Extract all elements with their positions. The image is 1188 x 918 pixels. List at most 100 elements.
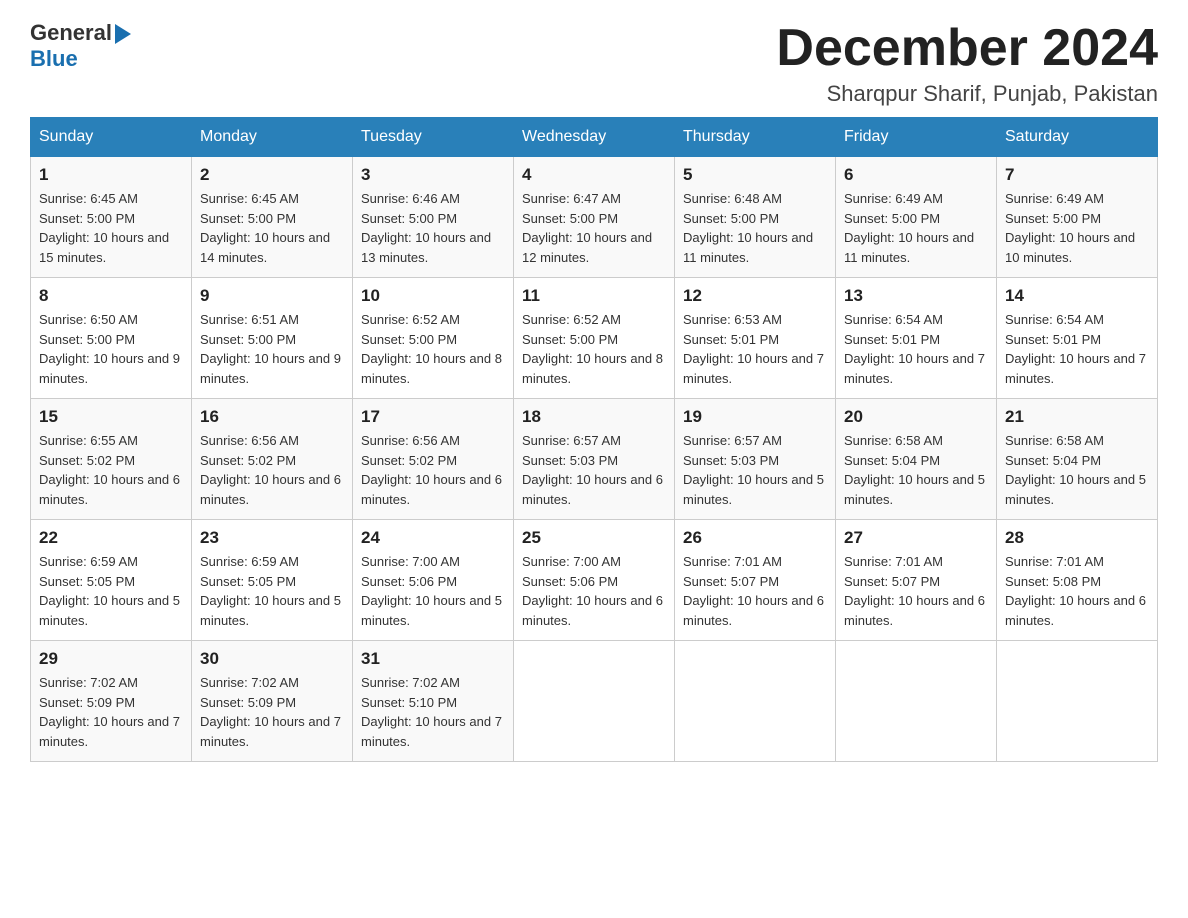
day-info: Sunrise: 6:54 AMSunset: 5:01 PMDaylight:…	[1005, 312, 1146, 386]
day-info: Sunrise: 6:46 AMSunset: 5:00 PMDaylight:…	[361, 191, 491, 265]
header-day-friday: Friday	[836, 118, 997, 157]
calendar-week-row: 1 Sunrise: 6:45 AMSunset: 5:00 PMDayligh…	[31, 157, 1158, 278]
day-info: Sunrise: 6:52 AMSunset: 5:00 PMDaylight:…	[361, 312, 502, 386]
calendar-week-row: 8 Sunrise: 6:50 AMSunset: 5:00 PMDayligh…	[31, 278, 1158, 399]
day-number: 7	[1005, 165, 1149, 185]
day-number: 1	[39, 165, 183, 185]
day-info: Sunrise: 6:55 AMSunset: 5:02 PMDaylight:…	[39, 433, 180, 507]
day-number: 21	[1005, 407, 1149, 427]
day-number: 12	[683, 286, 827, 306]
calendar-cell: 27 Sunrise: 7:01 AMSunset: 5:07 PMDaylig…	[836, 520, 997, 641]
calendar-body: 1 Sunrise: 6:45 AMSunset: 5:00 PMDayligh…	[31, 157, 1158, 762]
calendar-cell: 18 Sunrise: 6:57 AMSunset: 5:03 PMDaylig…	[514, 399, 675, 520]
day-info: Sunrise: 7:01 AMSunset: 5:08 PMDaylight:…	[1005, 554, 1146, 628]
day-info: Sunrise: 6:56 AMSunset: 5:02 PMDaylight:…	[361, 433, 502, 507]
calendar-cell: 17 Sunrise: 6:56 AMSunset: 5:02 PMDaylig…	[353, 399, 514, 520]
calendar-cell: 12 Sunrise: 6:53 AMSunset: 5:01 PMDaylig…	[675, 278, 836, 399]
calendar-cell: 25 Sunrise: 7:00 AMSunset: 5:06 PMDaylig…	[514, 520, 675, 641]
day-number: 14	[1005, 286, 1149, 306]
day-number: 22	[39, 528, 183, 548]
day-number: 15	[39, 407, 183, 427]
day-number: 16	[200, 407, 344, 427]
day-info: Sunrise: 6:59 AMSunset: 5:05 PMDaylight:…	[39, 554, 180, 628]
day-info: Sunrise: 6:47 AMSunset: 5:00 PMDaylight:…	[522, 191, 652, 265]
logo-blue-text: Blue	[30, 46, 78, 72]
day-info: Sunrise: 7:02 AMSunset: 5:09 PMDaylight:…	[39, 675, 180, 749]
header-day-sunday: Sunday	[31, 118, 192, 157]
calendar-cell: 21 Sunrise: 6:58 AMSunset: 5:04 PMDaylig…	[997, 399, 1158, 520]
calendar-cell: 28 Sunrise: 7:01 AMSunset: 5:08 PMDaylig…	[997, 520, 1158, 641]
calendar-cell: 31 Sunrise: 7:02 AMSunset: 5:10 PMDaylig…	[353, 641, 514, 762]
day-info: Sunrise: 7:02 AMSunset: 5:10 PMDaylight:…	[361, 675, 502, 749]
day-info: Sunrise: 6:49 AMSunset: 5:00 PMDaylight:…	[844, 191, 974, 265]
day-number: 27	[844, 528, 988, 548]
calendar-cell: 26 Sunrise: 7:01 AMSunset: 5:07 PMDaylig…	[675, 520, 836, 641]
header-day-monday: Monday	[192, 118, 353, 157]
calendar-cell: 6 Sunrise: 6:49 AMSunset: 5:00 PMDayligh…	[836, 157, 997, 278]
calendar-cell: 3 Sunrise: 6:46 AMSunset: 5:00 PMDayligh…	[353, 157, 514, 278]
calendar-week-row: 22 Sunrise: 6:59 AMSunset: 5:05 PMDaylig…	[31, 520, 1158, 641]
day-info: Sunrise: 7:02 AMSunset: 5:09 PMDaylight:…	[200, 675, 341, 749]
calendar-cell: 10 Sunrise: 6:52 AMSunset: 5:00 PMDaylig…	[353, 278, 514, 399]
calendar-cell: 2 Sunrise: 6:45 AMSunset: 5:00 PMDayligh…	[192, 157, 353, 278]
day-info: Sunrise: 6:48 AMSunset: 5:00 PMDaylight:…	[683, 191, 813, 265]
location-title: Sharqpur Sharif, Punjab, Pakistan	[776, 81, 1158, 107]
calendar-cell: 20 Sunrise: 6:58 AMSunset: 5:04 PMDaylig…	[836, 399, 997, 520]
calendar-cell: 30 Sunrise: 7:02 AMSunset: 5:09 PMDaylig…	[192, 641, 353, 762]
calendar-cell	[836, 641, 997, 762]
calendar-cell: 24 Sunrise: 7:00 AMSunset: 5:06 PMDaylig…	[353, 520, 514, 641]
calendar-cell: 23 Sunrise: 6:59 AMSunset: 5:05 PMDaylig…	[192, 520, 353, 641]
day-info: Sunrise: 6:49 AMSunset: 5:00 PMDaylight:…	[1005, 191, 1135, 265]
day-info: Sunrise: 7:00 AMSunset: 5:06 PMDaylight:…	[522, 554, 663, 628]
calendar-week-row: 29 Sunrise: 7:02 AMSunset: 5:09 PMDaylig…	[31, 641, 1158, 762]
calendar-cell: 19 Sunrise: 6:57 AMSunset: 5:03 PMDaylig…	[675, 399, 836, 520]
calendar-cell: 11 Sunrise: 6:52 AMSunset: 5:00 PMDaylig…	[514, 278, 675, 399]
title-section: December 2024 Sharqpur Sharif, Punjab, P…	[776, 20, 1158, 107]
calendar-cell	[514, 641, 675, 762]
calendar-cell: 4 Sunrise: 6:47 AMSunset: 5:00 PMDayligh…	[514, 157, 675, 278]
day-info: Sunrise: 6:45 AMSunset: 5:00 PMDaylight:…	[39, 191, 169, 265]
calendar-cell: 9 Sunrise: 6:51 AMSunset: 5:00 PMDayligh…	[192, 278, 353, 399]
header-day-thursday: Thursday	[675, 118, 836, 157]
day-info: Sunrise: 6:50 AMSunset: 5:00 PMDaylight:…	[39, 312, 180, 386]
day-number: 2	[200, 165, 344, 185]
day-info: Sunrise: 6:52 AMSunset: 5:00 PMDaylight:…	[522, 312, 663, 386]
day-number: 3	[361, 165, 505, 185]
day-number: 13	[844, 286, 988, 306]
month-title: December 2024	[776, 20, 1158, 77]
day-number: 28	[1005, 528, 1149, 548]
day-info: Sunrise: 6:53 AMSunset: 5:01 PMDaylight:…	[683, 312, 824, 386]
day-number: 17	[361, 407, 505, 427]
day-number: 10	[361, 286, 505, 306]
day-info: Sunrise: 6:56 AMSunset: 5:02 PMDaylight:…	[200, 433, 341, 507]
calendar-cell: 29 Sunrise: 7:02 AMSunset: 5:09 PMDaylig…	[31, 641, 192, 762]
calendar-header: SundayMondayTuesdayWednesdayThursdayFrid…	[31, 118, 1158, 157]
calendar-cell: 5 Sunrise: 6:48 AMSunset: 5:00 PMDayligh…	[675, 157, 836, 278]
day-number: 18	[522, 407, 666, 427]
page-header: General Blue December 2024 Sharqpur Shar…	[30, 20, 1158, 107]
calendar-cell: 14 Sunrise: 6:54 AMSunset: 5:01 PMDaylig…	[997, 278, 1158, 399]
header-day-wednesday: Wednesday	[514, 118, 675, 157]
calendar-cell: 1 Sunrise: 6:45 AMSunset: 5:00 PMDayligh…	[31, 157, 192, 278]
day-info: Sunrise: 7:01 AMSunset: 5:07 PMDaylight:…	[683, 554, 824, 628]
day-info: Sunrise: 6:51 AMSunset: 5:00 PMDaylight:…	[200, 312, 341, 386]
day-number: 24	[361, 528, 505, 548]
day-number: 29	[39, 649, 183, 669]
calendar-cell: 8 Sunrise: 6:50 AMSunset: 5:00 PMDayligh…	[31, 278, 192, 399]
day-info: Sunrise: 7:00 AMSunset: 5:06 PMDaylight:…	[361, 554, 502, 628]
day-info: Sunrise: 7:01 AMSunset: 5:07 PMDaylight:…	[844, 554, 985, 628]
day-number: 8	[39, 286, 183, 306]
day-number: 9	[200, 286, 344, 306]
day-number: 6	[844, 165, 988, 185]
header-day-saturday: Saturday	[997, 118, 1158, 157]
header-row: SundayMondayTuesdayWednesdayThursdayFrid…	[31, 118, 1158, 157]
day-number: 20	[844, 407, 988, 427]
day-number: 4	[522, 165, 666, 185]
calendar-cell: 13 Sunrise: 6:54 AMSunset: 5:01 PMDaylig…	[836, 278, 997, 399]
day-number: 23	[200, 528, 344, 548]
day-number: 19	[683, 407, 827, 427]
day-info: Sunrise: 6:57 AMSunset: 5:03 PMDaylight:…	[683, 433, 824, 507]
day-number: 11	[522, 286, 666, 306]
logo-triangle-icon	[115, 24, 131, 44]
day-number: 25	[522, 528, 666, 548]
